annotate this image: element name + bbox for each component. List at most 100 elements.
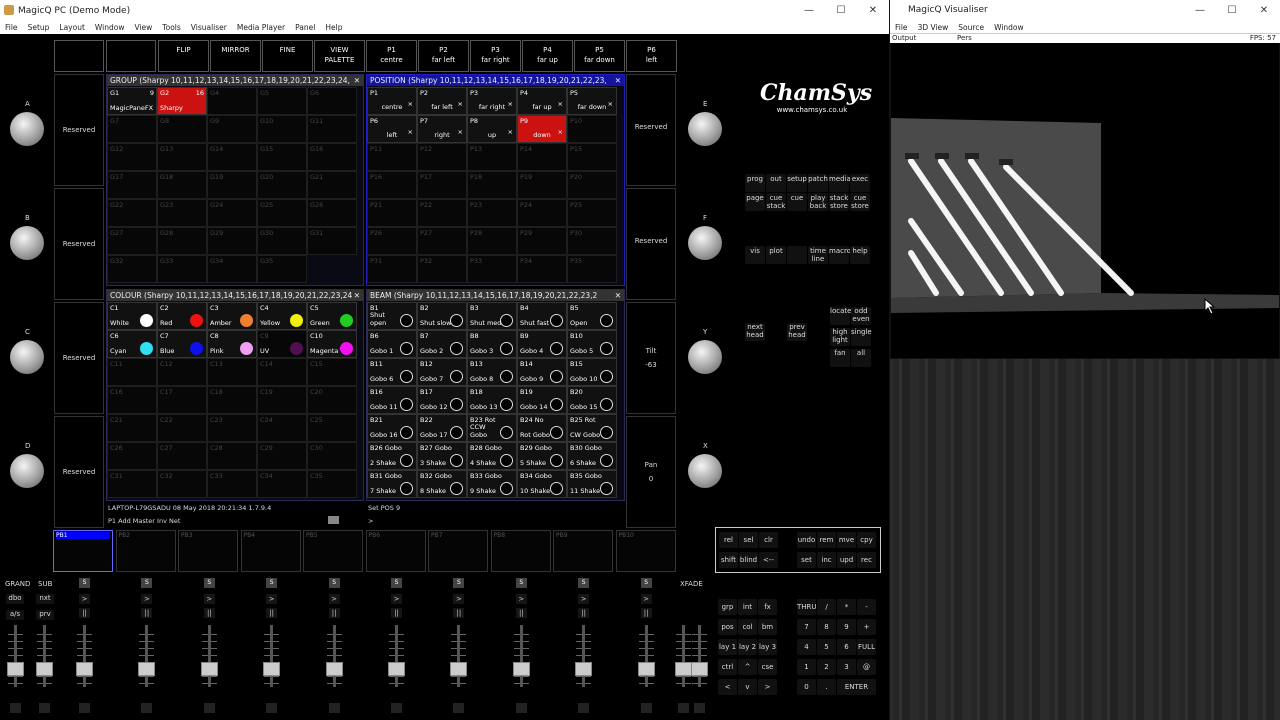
go-button[interactable]: > <box>141 594 153 604</box>
keypad-key[interactable]: set <box>797 552 816 568</box>
beam-cell[interactable]: B10 Gobo 5 <box>567 330 617 358</box>
menu-media-player[interactable]: Media Player <box>232 23 290 32</box>
fader[interactable]: S > || <box>506 578 536 718</box>
beam-cell[interactable]: B26 Gobo 2 Shake <box>367 442 417 470</box>
window-button[interactable]: help <box>850 246 870 264</box>
menu-tools[interactable]: Tools <box>157 23 185 32</box>
s-button[interactable]: S <box>266 578 278 588</box>
encoder-knob[interactable] <box>10 454 44 488</box>
beam-cell[interactable]: B13 Gobo 8 <box>467 358 517 386</box>
colour-cell[interactable]: C29 <box>257 442 307 470</box>
reserved-slot[interactable]: Reserved <box>54 188 104 300</box>
fader-thumb[interactable] <box>138 662 156 676</box>
group-cell[interactable]: G26 <box>307 199 357 227</box>
encoder-knob[interactable] <box>10 226 44 260</box>
group-cell[interactable]: G5 <box>257 87 307 115</box>
fader[interactable]: S > || <box>631 578 661 718</box>
playback-5[interactable]: PB5 <box>303 530 363 572</box>
head-button[interactable]: prev head <box>787 323 807 341</box>
pause-button[interactable]: || <box>79 608 90 618</box>
reserved-slot[interactable]: Reserved <box>54 302 104 414</box>
pause-button[interactable]: || <box>640 608 652 618</box>
position-cell[interactable]: P34 <box>517 255 567 283</box>
playback-2[interactable]: PB2 <box>115 530 176 572</box>
encoder-readout[interactable]: Reserved <box>626 74 676 186</box>
position-cell[interactable]: P5 far down × <box>567 87 617 115</box>
group-cell[interactable]: G21 <box>307 171 357 199</box>
group-cell[interactable]: G27 <box>107 227 157 255</box>
colour-cell[interactable]: C26 <box>107 442 157 470</box>
group-cell[interactable]: G22 <box>107 199 157 227</box>
fader[interactable]: S > || <box>319 578 349 718</box>
position-cell[interactable]: P10 <box>567 115 617 143</box>
window-button[interactable] <box>787 246 807 264</box>
flash-button[interactable] <box>694 703 705 713</box>
flash-button[interactable] <box>10 703 21 713</box>
beam-cell[interactable]: B1 Shut open <box>367 302 417 330</box>
fader-thumb[interactable] <box>325 662 343 676</box>
fader[interactable]: S > || <box>131 578 161 718</box>
fader-thumb[interactable] <box>450 662 468 676</box>
beam-cell[interactable]: B9 Gobo 4 <box>517 330 567 358</box>
position-cell[interactable]: P3 far right × <box>467 87 517 115</box>
keypad-key[interactable]: clr <box>759 532 778 548</box>
keypad-key[interactable]: / <box>817 599 836 615</box>
flash-button[interactable] <box>515 703 527 713</box>
window-button[interactable]: page <box>745 193 765 211</box>
colour-cell[interactable]: C1 White <box>107 302 157 330</box>
top-button-4[interactable]: P1 centre <box>366 40 417 72</box>
window-button[interactable]: prog <box>745 174 765 192</box>
group-cell[interactable]: G12 <box>107 143 157 171</box>
keypad-key[interactable]: 2 <box>817 659 836 675</box>
position-cell[interactable]: P30 <box>567 227 617 255</box>
colour-cell[interactable]: C25 <box>307 414 357 442</box>
head-button[interactable]: fan <box>830 349 850 367</box>
visualiser-3d-view[interactable] <box>891 43 1279 358</box>
keypad-key[interactable]: 6 <box>837 639 856 655</box>
minimize-button[interactable]: — <box>793 0 825 21</box>
position-cell[interactable]: P31 <box>367 255 417 283</box>
position-cell[interactable]: P20 <box>567 171 617 199</box>
group-cell[interactable]: G10 <box>257 115 307 143</box>
keypad-key[interactable]: 8 <box>817 619 836 635</box>
colour-cell[interactable]: C28 <box>207 442 257 470</box>
head-button[interactable]: single <box>851 328 872 346</box>
menu-file[interactable]: File <box>0 23 23 32</box>
group-cell[interactable]: G30 <box>257 227 307 255</box>
keypad-key[interactable]: > <box>758 679 777 695</box>
pause-button[interactable]: || <box>266 608 278 618</box>
remove-icon[interactable]: × <box>608 100 613 108</box>
colour-cell[interactable]: C12 <box>157 358 207 386</box>
beam-cell[interactable]: B11 Gobo 6 <box>367 358 417 386</box>
go-button[interactable]: > <box>79 594 90 604</box>
fader-thumb[interactable] <box>691 662 708 676</box>
head-button[interactable]: locate <box>830 307 851 325</box>
fader[interactable]: S > || <box>256 578 286 718</box>
go-button[interactable]: > <box>391 594 402 604</box>
flash-button[interactable] <box>39 703 50 713</box>
go-button[interactable]: > <box>453 594 465 604</box>
keypad-key[interactable]: int <box>738 599 757 615</box>
fader-thumb[interactable] <box>76 662 93 676</box>
keypad-key[interactable]: rec <box>857 552 876 568</box>
fader[interactable] <box>684 578 714 718</box>
keypad-key[interactable]: < <box>718 679 737 695</box>
group-cell[interactable]: G2 16 Sharpy <box>157 87 207 115</box>
window-button[interactable]: patch <box>808 174 828 192</box>
beam-cell[interactable]: B3 Shut med <box>467 302 517 330</box>
window-button[interactable]: vis <box>745 246 765 264</box>
position-cell[interactable]: P4 far up × <box>517 87 567 115</box>
s-button[interactable]: S <box>391 578 402 588</box>
fader-thumb[interactable] <box>637 662 655 676</box>
beam-cell[interactable]: B31 Gobo 7 Shake <box>367 470 417 498</box>
keypad-key[interactable]: ENTER <box>837 679 876 695</box>
colour-cell[interactable]: C7 Blue <box>157 330 207 358</box>
keypad-key[interactable]: col <box>738 619 757 635</box>
position-cell[interactable]: P27 <box>417 227 467 255</box>
position-cell[interactable]: P15 <box>567 143 617 171</box>
colour-cell[interactable]: C4 Yellow <box>257 302 307 330</box>
group-cell[interactable]: G34 <box>207 255 257 283</box>
keypad-key[interactable]: pos <box>718 619 737 635</box>
colour-cell[interactable]: C35 <box>307 470 357 498</box>
group-cell[interactable]: G35 <box>257 255 307 283</box>
